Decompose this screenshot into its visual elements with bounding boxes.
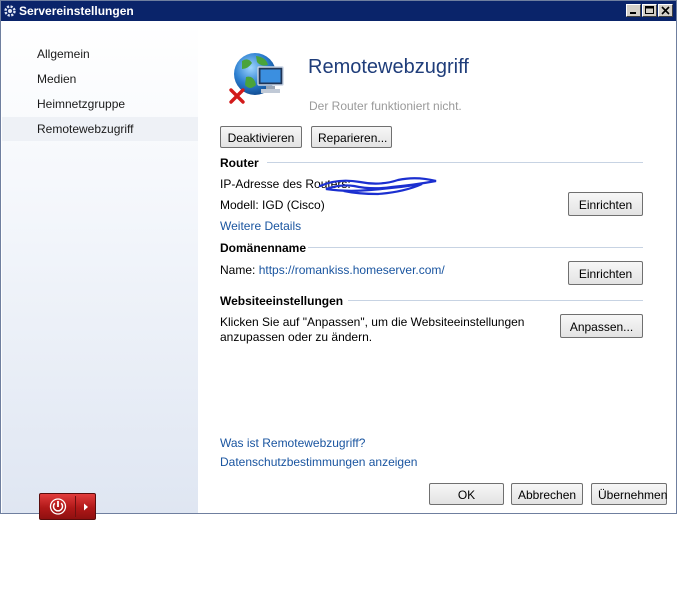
sidebar-item-heimnetzgruppe[interactable]: Heimnetzgruppe <box>2 92 198 116</box>
website-heading: Websiteeinstellungen <box>220 294 344 308</box>
router-model-value: IGD (Cisco) <box>262 198 325 212</box>
deactivate-button[interactable]: Deaktivieren <box>220 126 302 148</box>
router-heading: Router <box>220 156 259 170</box>
repair-button[interactable]: Reparieren... <box>311 126 392 148</box>
minimize-button[interactable] <box>626 4 641 17</box>
sidebar-item-label: Remotewebzugriff <box>37 122 134 136</box>
apply-button[interactable]: Übernehmen <box>591 483 667 505</box>
minimize-icon <box>630 12 636 14</box>
domain-setup-button[interactable]: Einrichten <box>568 261 643 285</box>
domain-name-label: Name: <box>220 263 256 277</box>
error-x-icon <box>229 88 245 104</box>
sidebar-item-allgemein[interactable]: Allgemein <box>2 42 198 66</box>
router-model-label: Modell: <box>220 198 259 212</box>
section-divider <box>267 162 643 163</box>
section-divider <box>348 300 643 301</box>
sidebar-item-medien[interactable]: Medien <box>2 67 198 91</box>
close-button[interactable] <box>658 4 673 17</box>
privacy-statement-link[interactable]: Datenschutzbestimmungen anzeigen <box>220 455 417 469</box>
domain-name-row: Name: https://romankiss.homeserver.com/ <box>220 263 445 277</box>
sidebar-item-label: Heimnetzgruppe <box>37 97 126 111</box>
domain-url-link[interactable]: https://romankiss.homeserver.com/ <box>259 263 445 277</box>
customize-button[interactable]: Anpassen... <box>560 314 643 338</box>
window-title: Servereinstellungen <box>19 4 134 18</box>
cancel-button[interactable]: Abbrechen <box>511 483 583 505</box>
sidebar-item-label: Allgemein <box>37 47 90 61</box>
domain-heading: Domänenname <box>220 241 307 255</box>
router-status-text: Der Router funktioniert nicht. <box>309 99 462 113</box>
website-description-line2: anzupassen oder zu ändern. <box>220 330 373 344</box>
redaction-scribble <box>318 177 437 196</box>
website-description-line1: Klicken Sie auf "Anpassen", um die Websi… <box>220 315 525 329</box>
router-model-row: Modell: IGD (Cisco) <box>220 198 325 212</box>
maximize-button[interactable] <box>642 4 657 17</box>
maximize-icon <box>645 6 654 14</box>
server-settings-window: Servereinstellungen Allgemein Medien Hei… <box>0 0 677 520</box>
power-button-divider <box>75 496 76 517</box>
sidebar: Allgemein Medien Heimnetzgruppe Remotewe… <box>2 22 198 520</box>
router-setup-button[interactable]: Einrichten <box>568 192 643 216</box>
close-icon <box>661 6 670 15</box>
ok-button[interactable]: OK <box>429 483 504 505</box>
arrow-right-icon[interactable] <box>81 502 91 512</box>
sidebar-item-remotewebzugriff[interactable]: Remotewebzugriff <box>2 117 198 141</box>
main-content: Remotewebzugriff Der Router funktioniert… <box>198 22 676 513</box>
more-details-link[interactable]: Weitere Details <box>220 219 301 233</box>
page-title: Remotewebzugriff <box>308 56 469 78</box>
title-bar[interactable]: Servereinstellungen <box>1 1 676 21</box>
sidebar-item-label: Medien <box>37 72 77 86</box>
section-divider <box>308 247 643 248</box>
settings-app-icon <box>4 5 16 17</box>
power-button[interactable] <box>39 493 96 520</box>
power-icon <box>49 498 67 515</box>
what-is-remote-access-link[interactable]: Was ist Remotewebzugriff? <box>220 436 365 450</box>
